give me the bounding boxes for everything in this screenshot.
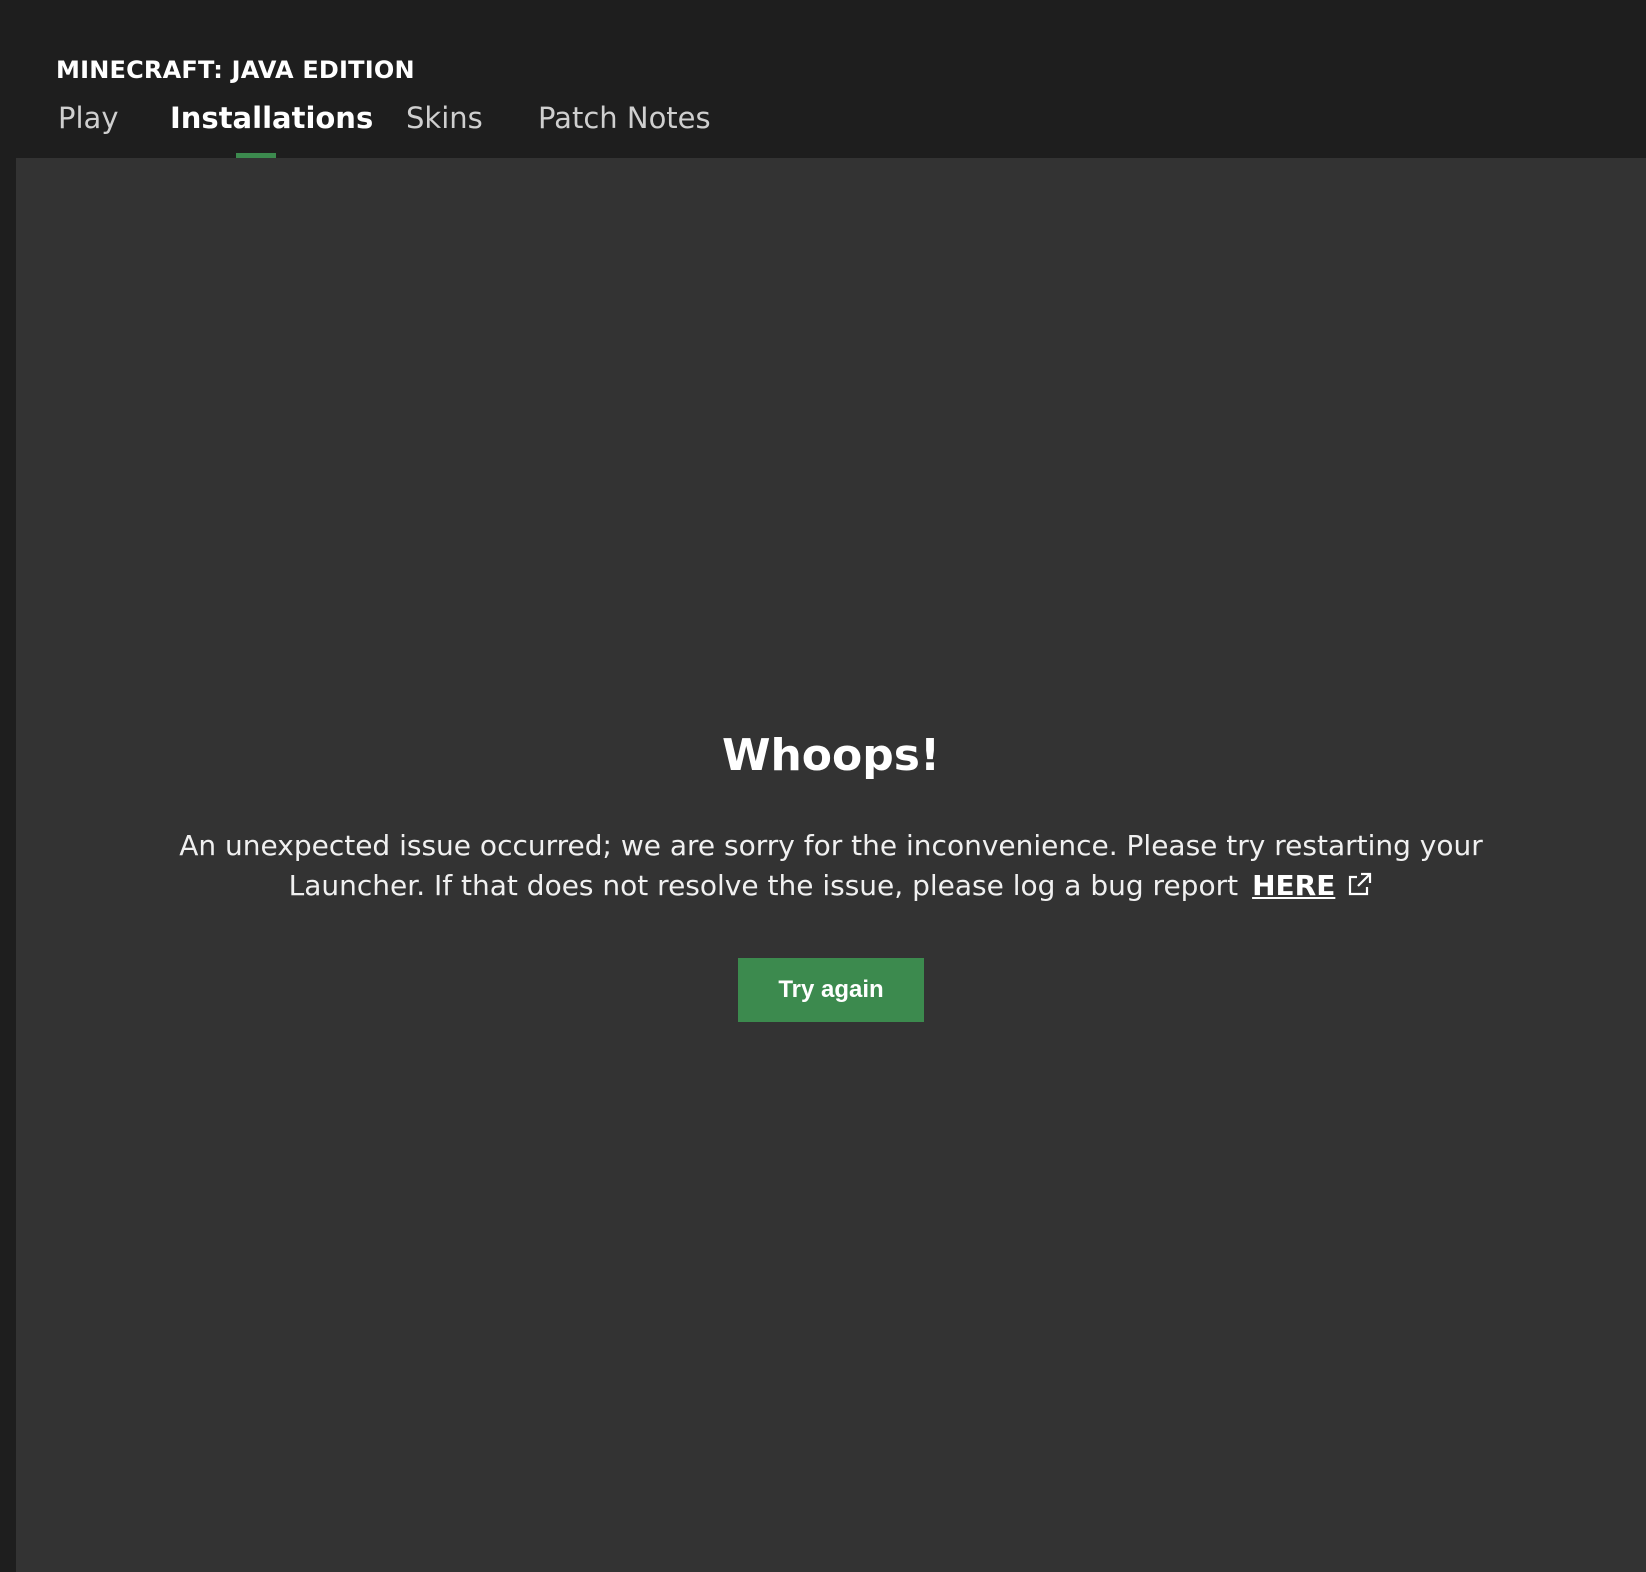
error-message: An unexpected issue occurred; we are sor… <box>131 826 1531 906</box>
try-again-button[interactable]: Try again <box>738 958 924 1022</box>
app-title: MINECRAFT: JAVA EDITION <box>56 56 415 84</box>
bug-report-link[interactable]: HERE <box>1252 869 1335 902</box>
main-content: Whoops! An unexpected issue occurred; we… <box>16 158 1646 1572</box>
external-link-icon[interactable] <box>1345 871 1373 899</box>
launcher-header: MINECRAFT: JAVA EDITION Play Installatio… <box>0 0 1646 158</box>
tab-installations[interactable]: Installations <box>170 96 373 158</box>
error-panel: Whoops! An unexpected issue occurred; we… <box>16 726 1646 1022</box>
tab-play[interactable]: Play <box>58 96 118 158</box>
tab-skins[interactable]: Skins <box>406 96 483 158</box>
tab-patch-notes[interactable]: Patch Notes <box>538 96 711 158</box>
tab-installations-label: Installations <box>170 101 374 135</box>
error-title: Whoops! <box>721 730 941 781</box>
